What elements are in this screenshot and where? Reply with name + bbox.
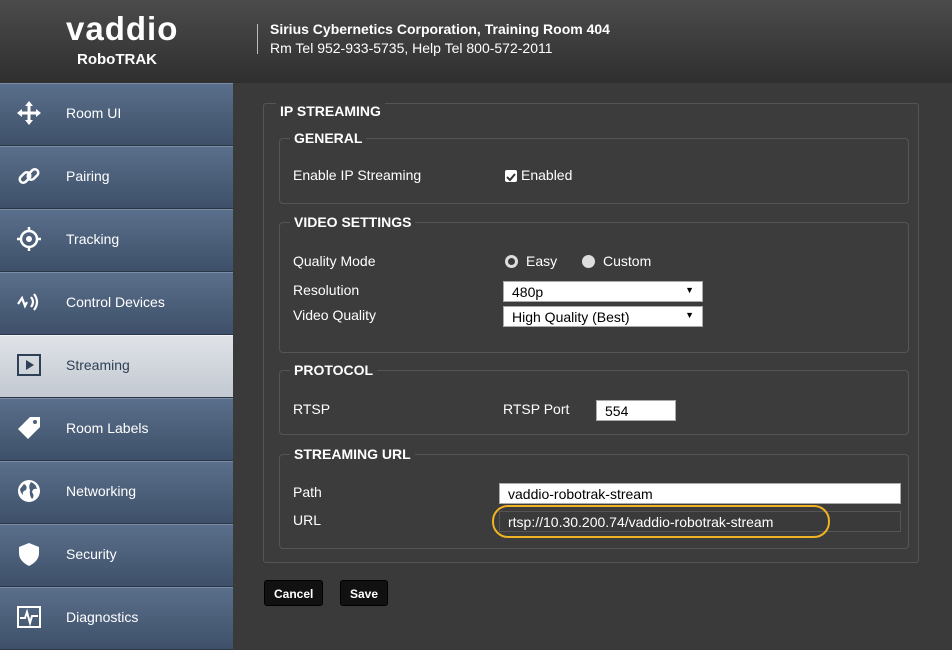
sidebar-item-control-devices[interactable]: Control Devices xyxy=(0,272,233,335)
sidebar-item-security[interactable]: Security xyxy=(0,524,233,587)
tag-icon xyxy=(14,413,44,443)
sidebar-item-tracking[interactable]: Tracking xyxy=(0,209,233,272)
sidebar-item-label: Networking xyxy=(66,483,137,499)
ip-streaming-panel: IP STREAMING GENERAL Enable IP Streaming… xyxy=(263,103,919,563)
section-title: GENERAL xyxy=(290,130,367,146)
easy-label: Easy xyxy=(526,253,558,269)
sidebar-item-label: Room UI xyxy=(66,105,122,121)
dropdown-arrow-icon: ▼ xyxy=(685,310,694,320)
section-title: VIDEO SETTINGS xyxy=(290,214,416,230)
sidebar-item-room-labels[interactable]: Room Labels xyxy=(0,398,233,461)
sidebar-item-label: Control Devices xyxy=(66,294,165,310)
sidebar-item-label: Security xyxy=(66,546,117,562)
sidebar-item-label: Tracking xyxy=(66,231,120,247)
rtsp-port-input[interactable]: 554 xyxy=(596,400,676,421)
pulse-icon xyxy=(14,602,44,632)
main-content: IP STREAMING GENERAL Enable IP Streaming… xyxy=(233,83,952,631)
signal-waves-icon xyxy=(14,287,44,317)
phone-info: Rm Tel 952-933-5735, Help Tel 800-572-20… xyxy=(270,40,553,56)
quality-custom-radio[interactable] xyxy=(582,255,595,268)
streaming-url-section: STREAMING URL Path vaddio-robotrak-strea… xyxy=(279,446,909,549)
path-input[interactable]: vaddio-robotrak-stream xyxy=(499,483,901,504)
sidebar-item-label: Streaming xyxy=(66,357,130,373)
url-highlight-ring xyxy=(492,505,830,538)
section-title: STREAMING URL xyxy=(290,446,415,462)
section-title: PROTOCOL xyxy=(290,362,378,378)
enable-streaming-label: Enable IP Streaming xyxy=(293,167,422,183)
link-icon xyxy=(14,161,44,191)
quality-mode-label: Quality Mode xyxy=(293,253,376,269)
protocol-section: PROTOCOL RTSP RTSP Port 554 xyxy=(279,362,909,435)
panel-title: IP STREAMING xyxy=(276,103,385,119)
video-quality-select[interactable]: High Quality (Best) ▼ xyxy=(503,306,703,327)
sidebar-item-networking[interactable]: Networking xyxy=(0,461,233,524)
enable-streaming-checkbox[interactable] xyxy=(505,170,517,182)
video-quality-value: High Quality (Best) xyxy=(512,309,630,325)
dropdown-arrow-icon: ▼ xyxy=(685,285,694,295)
video-quality-label: Video Quality xyxy=(293,307,377,323)
sidebar-item-pairing[interactable]: Pairing xyxy=(0,146,233,209)
header: vaddio RoboTRAK Sirius Cybernetics Corpo… xyxy=(0,0,952,84)
shield-icon xyxy=(14,539,44,569)
logo: vaddio RoboTRAK xyxy=(0,0,252,83)
video-settings-section: VIDEO SETTINGS Quality Mode Easy Custom … xyxy=(279,214,909,353)
target-icon xyxy=(14,224,44,254)
sidebar: Room UI Pairing Tracking Control Devices… xyxy=(0,83,233,650)
logo-text: vaddio xyxy=(66,10,179,47)
general-section: GENERAL Enable IP Streaming Enabled xyxy=(279,130,909,204)
save-button[interactable]: Save xyxy=(340,580,389,606)
company-name: Sirius Cybernetics Corporation, Training… xyxy=(270,21,610,37)
url-label: URL xyxy=(293,512,322,528)
sidebar-item-label: Pairing xyxy=(66,168,110,184)
product-name: RoboTRAK xyxy=(77,51,157,68)
move-arrows-icon xyxy=(14,98,44,128)
resolution-label: Resolution xyxy=(293,282,360,298)
globe-icon xyxy=(14,476,44,506)
sidebar-item-label: Room Labels xyxy=(66,420,149,436)
play-icon xyxy=(14,350,44,380)
rtsp-label: RTSP xyxy=(293,401,331,417)
sidebar-item-diagnostics[interactable]: Diagnostics xyxy=(0,587,233,650)
sidebar-item-streaming[interactable]: Streaming xyxy=(0,335,233,398)
quality-easy-radio[interactable] xyxy=(505,255,518,268)
cancel-button[interactable]: Cancel xyxy=(264,580,324,606)
resolution-select[interactable]: 480p ▼ xyxy=(503,281,703,302)
header-divider xyxy=(257,24,258,54)
check-icon xyxy=(506,173,516,182)
path-label: Path xyxy=(293,484,322,500)
resolution-value: 480p xyxy=(512,284,544,300)
custom-label: Custom xyxy=(603,253,652,269)
sidebar-item-room-ui[interactable]: Room UI xyxy=(0,83,233,146)
enabled-label: Enabled xyxy=(521,167,573,183)
rtsp-port-label: RTSP Port xyxy=(503,401,570,417)
sidebar-item-label: Diagnostics xyxy=(66,609,139,625)
